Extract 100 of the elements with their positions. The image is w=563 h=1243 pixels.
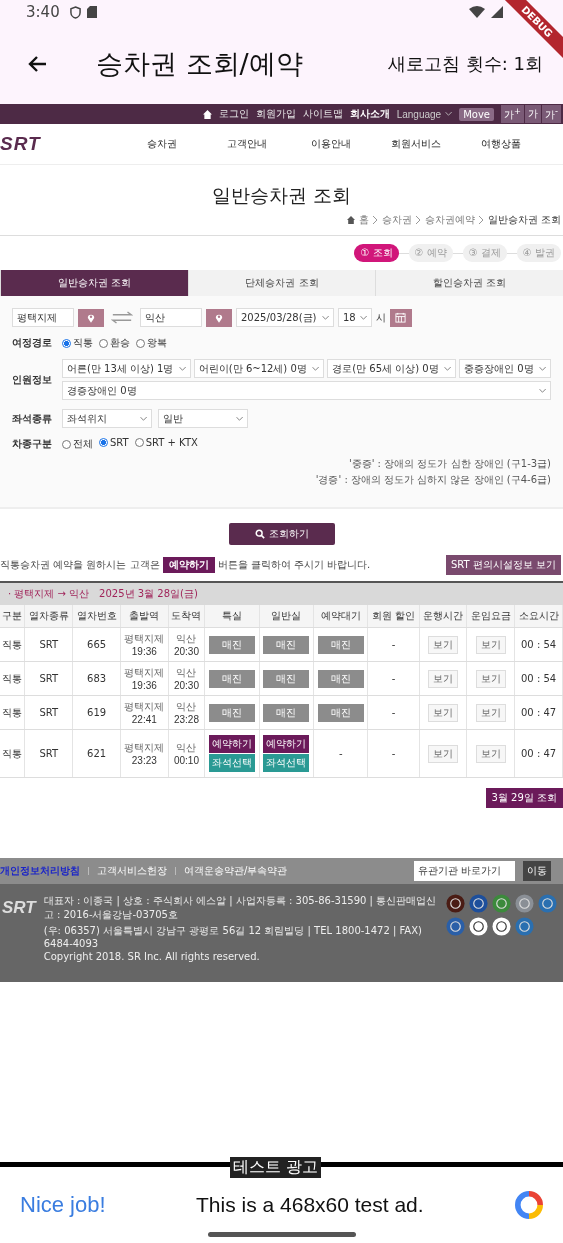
home-icon[interactable] (202, 109, 212, 119)
certification-badge-icon (538, 894, 557, 913)
breadcrumb-item[interactable]: 승차권 (381, 213, 412, 227)
next-day-button[interactable]: 3월 29일 조회 (485, 788, 563, 808)
view-button[interactable]: 보기 (428, 744, 459, 763)
station-name: 평택지제 (123, 700, 166, 714)
util-link[interactable]: 회원가입 (255, 107, 296, 121)
view-button[interactable]: 보기 (428, 703, 459, 722)
ad-headline[interactable]: Nice job! (20, 1192, 196, 1218)
certification-badge-icon (515, 894, 534, 913)
passenger-select[interactable]: 어른(만 13세 이상) 1명 (62, 359, 191, 378)
column-header: 일반실 (259, 605, 314, 628)
passenger-select[interactable]: 경증장애인 0명 (62, 381, 551, 400)
chevron-icon (359, 315, 367, 320)
view-button[interactable]: 보기 (428, 635, 459, 654)
route-label: 여정경로 (12, 336, 53, 350)
chevron-icon (539, 388, 546, 393)
station-name: 평택지제 (123, 632, 166, 646)
certification-badge-icon (446, 894, 465, 913)
column-header: 도착역 (168, 605, 205, 628)
table-cell: 00 : 47 (514, 729, 563, 778)
search-icon (254, 529, 265, 539)
arrival-time: 20:30 (172, 646, 200, 657)
arrival-time: 00:10 (172, 755, 200, 766)
station-name: 익산 (175, 741, 198, 755)
date-select[interactable]: 2025/03/28(금) (236, 308, 334, 327)
move-button[interactable]: Move (459, 107, 494, 121)
column-header: 구분 (0, 605, 25, 628)
view-button[interactable]: 보기 (475, 669, 506, 688)
table-cell: - (367, 627, 420, 662)
table-cell: - (367, 695, 420, 730)
nav-item[interactable]: 회원서비스 (373, 137, 459, 151)
station-map-button[interactable] (206, 308, 232, 327)
nav-item[interactable]: 여행상품 (458, 137, 543, 151)
reserve-button[interactable]: 예약하기 (263, 735, 310, 753)
route-radio[interactable]: 직통 (62, 336, 93, 350)
seat-select[interactable]: 좌석위치 (62, 409, 152, 428)
go-button[interactable]: 이동 (523, 861, 551, 881)
signal-icon (491, 6, 503, 18)
wifi-icon (469, 6, 485, 18)
srt-logo[interactable]: SRT (0, 133, 120, 155)
table-cell: 621 (72, 729, 121, 778)
column-header: 열차종류 (24, 605, 73, 628)
ad-logo-icon (515, 1191, 543, 1219)
nav-item[interactable]: 승차권 (120, 137, 205, 151)
ad-label: 테스트 광고 (230, 1157, 322, 1178)
calendar-button[interactable] (389, 308, 412, 327)
passenger-select[interactable]: 어린이(만 6~12세) 0명 (193, 359, 325, 378)
table-cell: 00 : 54 (514, 661, 563, 696)
seat-select[interactable]: 일반 (158, 409, 248, 428)
seat-label: 좌석종류 (12, 411, 53, 426)
arrival-field[interactable]: 익산 (140, 308, 202, 327)
table-cell: - (367, 729, 420, 778)
breadcrumb-item[interactable]: 홈 (358, 213, 369, 227)
app-title: 승차권 조회/예약 (96, 47, 303, 81)
view-button[interactable]: 보기 (475, 744, 506, 763)
facility-info-button[interactable]: SRT 편의시설정보 보기 (445, 555, 561, 575)
breadcrumb-item[interactable]: 승차권예약 (424, 213, 475, 227)
home-icon[interactable] (346, 216, 355, 224)
table-cell: SRT (24, 661, 73, 696)
station-name: 평택지제 (123, 741, 166, 755)
train-type-radio[interactable]: 전체 (62, 437, 93, 451)
search-tab[interactable]: 할인승차권 조회 (375, 270, 563, 296)
chevron-icon (445, 112, 453, 116)
related-sites-select[interactable]: 유관기관 바로가기 (413, 861, 515, 881)
font-size-button[interactable]: 가$^{-}$ (542, 104, 561, 124)
swap-icon[interactable] (111, 311, 133, 324)
font-size-button[interactable]: 가$^{+}$ (501, 104, 524, 124)
notice-text: 직통승차권 예약을 원하시는 고객은 (0, 558, 160, 572)
nav-item[interactable]: 고객안내 (204, 137, 290, 151)
breadcrumb-item[interactable]: 일반승차권 조회 (487, 213, 561, 227)
passenger-select[interactable]: 중증장애인 0명 (459, 359, 551, 378)
chevron-icon (478, 216, 484, 224)
train-type-label: 차종구분 (12, 437, 53, 451)
route-radio[interactable]: 환승 (99, 336, 130, 350)
status-time: 3:40 (26, 3, 60, 21)
language-select[interactable]: Language (396, 108, 453, 120)
departure-time: 23:23 (130, 755, 158, 766)
reserve-button[interactable]: 예약하기 (209, 735, 255, 753)
route-radio[interactable]: 왕복 (136, 336, 167, 350)
view-button[interactable]: 보기 (428, 669, 459, 688)
train-type-radio[interactable]: SRT (99, 437, 129, 448)
view-button[interactable]: 보기 (475, 635, 506, 654)
passenger-select[interactable]: 경로(만 65세 이상) 0명 (327, 359, 457, 378)
station-map-button[interactable] (78, 308, 104, 327)
util-link[interactable]: 회사소개 (349, 107, 390, 121)
search-button[interactable]: 조회하기 (228, 523, 335, 545)
departure-field[interactable]: 평택지제 (12, 308, 74, 327)
search-tab[interactable]: 일반승차권 조회 (0, 270, 188, 296)
view-button[interactable]: 보기 (475, 703, 506, 722)
chevron-icon (372, 216, 378, 224)
util-link[interactable]: 로그인 (218, 107, 249, 121)
table-cell: 직통 (0, 627, 25, 662)
hour-select[interactable]: 18 (338, 308, 372, 327)
util-link[interactable]: 사이트맵 (302, 107, 343, 121)
train-type-radio[interactable]: SRT + KTX (134, 437, 198, 448)
table-cell: SRT (24, 695, 73, 730)
search-tab[interactable]: 단체승차권 조회 (187, 270, 376, 296)
nav-item[interactable]: 이용안내 (289, 137, 374, 151)
font-size-button[interactable]: 가 (525, 104, 541, 124)
